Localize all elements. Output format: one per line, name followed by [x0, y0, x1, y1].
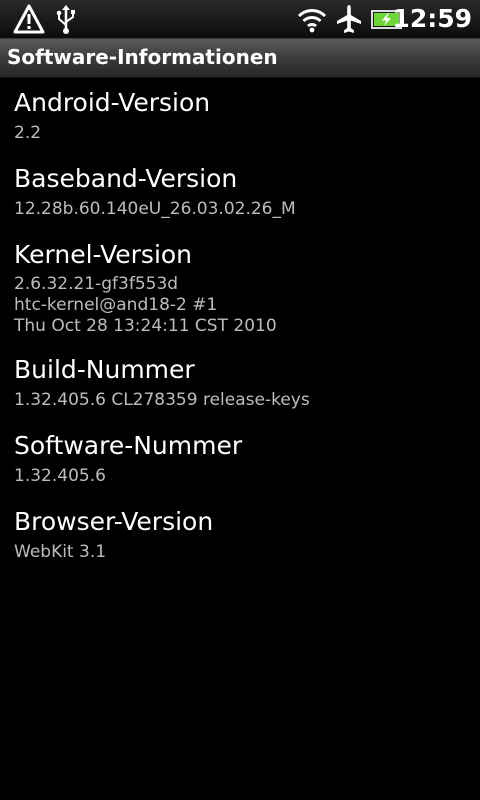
item-title: Baseband-Version [14, 164, 238, 193]
item-title: Build-Nummer [14, 355, 195, 384]
item-value: htc-kernel@and18-2 #1 [14, 295, 218, 315]
wifi-icon [297, 9, 327, 33]
page-title: Software-Informationen [7, 45, 278, 69]
airplane-mode-icon [337, 5, 361, 33]
item-value: Thu Oct 28 13:24:11 CST 2010 [14, 316, 277, 336]
warning-icon [13, 4, 45, 34]
item-value: 2.2 [14, 123, 42, 143]
item-title: Kernel-Version [14, 240, 193, 269]
item-value: 1.32.405.6 [14, 466, 106, 486]
list-item-baseband-version[interactable]: Baseband-Version 12.28b.60.140eU_26.03.0… [0, 164, 480, 220]
list-item-android-version[interactable]: Android-Version 2.2 [0, 88, 480, 144]
item-value: 2.6.32.21-gf3f553d [14, 274, 179, 294]
item-title: Android-Version [14, 88, 211, 117]
item-title: Browser-Version [14, 507, 214, 536]
usb-icon [56, 5, 75, 34]
list-item-browser-version[interactable]: Browser-Version WebKit 3.1 [0, 507, 480, 563]
item-value: 1.32.405.6 CL278359 release-keys [14, 390, 310, 410]
list-item-kernel-version[interactable]: Kernel-Version 2.6.32.21-gf3f553d htc-ke… [0, 240, 480, 337]
item-title: Software-Nummer [14, 431, 243, 460]
status-clock: 12:59 [392, 4, 472, 33]
title-bar: Software-Informationen [0, 39, 480, 78]
item-value: WebKit 3.1 [14, 542, 107, 562]
list-item-build-number[interactable]: Build-Nummer 1.32.405.6 CL278359 release… [0, 355, 480, 411]
item-value: 12.28b.60.140eU_26.03.02.26_M [14, 199, 296, 219]
list-item-software-number[interactable]: Software-Nummer 1.32.405.6 [0, 431, 480, 487]
software-info-list: Android-Version 2.2 Baseband-Version 12.… [0, 78, 480, 563]
status-bar: 12:59 [0, 0, 480, 39]
